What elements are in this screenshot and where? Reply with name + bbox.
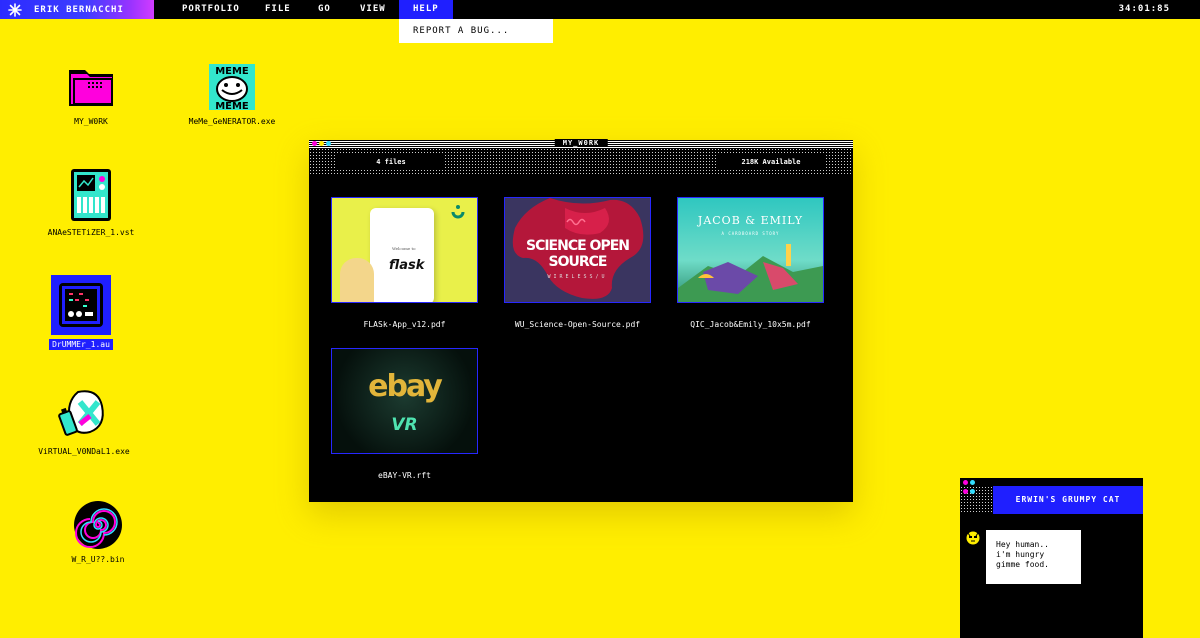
- clock: 34:01:85: [1118, 4, 1170, 14]
- desktop-icon-wru[interactable]: W_R_U??.bin: [38, 500, 158, 565]
- menu-portfolio[interactable]: PORTFOLIO: [182, 0, 240, 19]
- file-item-jacob-emily[interactable]: JACOB & EMILY A CARDBOARD STORY QIC_Jaco…: [677, 197, 824, 329]
- flask-logo-icon: [451, 205, 465, 219]
- star-logo-icon: [8, 2, 22, 17]
- file-item-science[interactable]: SCIENCE OPEN SOURCE WIRELESS/U WU_Scienc…: [504, 197, 651, 329]
- drum-machine-icon: [59, 283, 103, 327]
- files-count: 4 files: [337, 154, 445, 170]
- selected-icon-highlight: [51, 275, 111, 335]
- island-art: [678, 244, 823, 302]
- svg-text:MEME: MEME: [215, 101, 249, 112]
- my-work-window: MY_W0RK 4 files 218K Available Welcome t…: [309, 139, 853, 502]
- minimize-button[interactable]: [319, 141, 324, 146]
- maximize-button[interactable]: [326, 141, 331, 146]
- file-name: WU_Science-Open-Source.pdf: [514, 320, 641, 329]
- file-name: QIC_Jacob&Emily_10x5m.pdf: [690, 320, 811, 329]
- window-title: MY_W0RK: [554, 139, 608, 147]
- spiral-icon: [74, 501, 122, 549]
- close-button[interactable]: [312, 141, 317, 146]
- desktop-icon-meme-generator[interactable]: MEME MEME MeMe_GeNERATOR.exe: [172, 62, 292, 127]
- meme-icon: MEME MEME: [209, 64, 255, 112]
- desktop-icon-label: ANAeSTETiZER_1.vst: [47, 228, 135, 237]
- thumb-subtext: A CARDBOARD STORY: [721, 231, 780, 236]
- hand-shape: [340, 258, 374, 302]
- file-thumbnail: SCIENCE OPEN SOURCE WIRELESS/U: [504, 197, 651, 303]
- desktop-icon-my-work[interactable]: MY_W0RK: [31, 62, 151, 127]
- thumb-subtext: WIRELESS/U: [547, 274, 608, 280]
- chat-dots: [963, 480, 975, 485]
- window-infobar: 4 files 218K Available: [309, 148, 853, 176]
- svg-text:MEME: MEME: [215, 66, 249, 77]
- chat-widget: ERWIN'S GRUMPY CAT Hey human.. i'm hungr…: [960, 478, 1143, 638]
- desktop-icon-label: ViRTUAL_V0NDaL1.exe: [38, 447, 130, 456]
- thumb-text: SCIENCE OPEN SOURCE: [525, 238, 630, 270]
- brand-name: ERIK BERNACCHI: [34, 4, 124, 15]
- desktop-icon-label: MeMe_GeNERATOR.exe: [188, 117, 276, 126]
- spray-can-icon: [58, 390, 104, 436]
- thumb-text: flask: [389, 258, 425, 273]
- phone-mockup: [370, 208, 434, 302]
- brand-menu[interactable]: ERIK BERNACCHI: [0, 0, 154, 19]
- thumb-subtext: Welcome to: [392, 246, 416, 251]
- menu-item-report-bug[interactable]: REPORT A BUG...: [399, 19, 553, 43]
- chat-close-button[interactable]: [963, 489, 968, 494]
- window-controls: [312, 141, 331, 146]
- menu-file[interactable]: FILE: [265, 0, 291, 19]
- synth-icon: [71, 169, 111, 221]
- folder-icon: [69, 70, 113, 106]
- file-thumbnail: ebay VR: [331, 348, 478, 454]
- file-item-ebay-vr[interactable]: ebay VR eBAY-VR.rft: [331, 348, 478, 480]
- chat-topbar: [960, 478, 1143, 486]
- chat-message-line: i'm hungry: [996, 550, 1045, 559]
- desktop-icon-label: MY_W0RK: [74, 117, 108, 126]
- menu-bar: ERIK BERNACCHI PORTFOLIO FILE GO VIEW HE…: [0, 0, 1200, 19]
- window-titlebar[interactable]: MY_W0RK: [309, 139, 853, 148]
- thumb-subtext: VR: [391, 415, 418, 435]
- menu-view[interactable]: VIEW: [360, 0, 386, 19]
- desktop-icon-anaesthetizer[interactable]: ANAeSTETiZER_1.vst: [31, 167, 151, 238]
- file-item-flask[interactable]: Welcome to flask FLASk-App_v12.pdf: [331, 197, 478, 329]
- cat-avatar-icon: [965, 530, 981, 546]
- desktop-icon-drummer[interactable]: DrUMMEr_1.au: [21, 275, 141, 350]
- file-name: eBAY-VR.rft: [378, 471, 431, 480]
- chat-message-bubble: Hey human.. i'm hungry gimme food.: [986, 530, 1081, 584]
- chat-controls: [963, 489, 975, 494]
- menu-go[interactable]: GO: [318, 0, 331, 19]
- file-thumbnail: Welcome to flask: [331, 197, 478, 303]
- menu-help[interactable]: HELP: [399, 0, 453, 19]
- chat-message-line: Hey human..: [996, 540, 1049, 549]
- chat-minimize-button[interactable]: [970, 489, 975, 494]
- available-space: 218K Available: [717, 154, 825, 170]
- chat-dot-pink[interactable]: [963, 480, 968, 485]
- desktop-icon-label: DrUMMEr_1.au: [49, 339, 113, 350]
- thumb-text: ebay: [368, 369, 443, 404]
- chat-title: ERWIN'S GRUMPY CAT: [993, 486, 1143, 514]
- chat-dot-cyan[interactable]: [970, 480, 975, 485]
- desktop-icon-label: W_R_U??.bin: [71, 555, 125, 564]
- file-thumbnail: JACOB & EMILY A CARDBOARD STORY: [677, 197, 824, 303]
- desktop-icon-virtual-vandali[interactable]: ViRTUAL_V0NDaL1.exe: [24, 386, 144, 457]
- file-name: FLASk-App_v12.pdf: [363, 320, 446, 329]
- thumb-text: JACOB & EMILY: [697, 214, 804, 227]
- chat-message-line: gimme food.: [996, 560, 1049, 569]
